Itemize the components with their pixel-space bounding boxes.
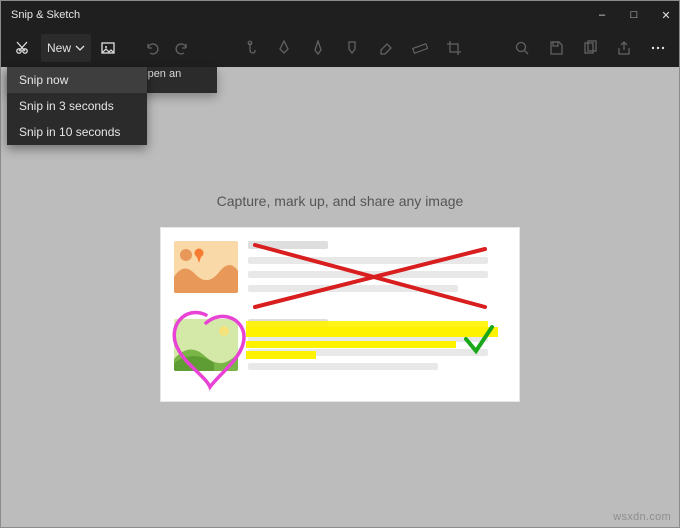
heart-stroke	[174, 312, 244, 386]
menu-snip-10s[interactable]: Snip in 10 seconds	[7, 119, 147, 145]
touch-write-button[interactable]	[237, 35, 263, 61]
pencil-button[interactable]	[305, 35, 331, 61]
new-dropdown: Snip now Snip in 3 seconds Snip in 10 se…	[7, 67, 147, 145]
new-button-label: New	[47, 41, 71, 55]
watermark: wsxdn.com	[613, 511, 671, 523]
copy-button[interactable]	[577, 35, 603, 61]
preview-illustration	[160, 227, 520, 402]
green-check-stroke	[466, 327, 492, 351]
menu-snip-3s[interactable]: Snip in 3 seconds	[7, 93, 147, 119]
menu-snip-now[interactable]: Snip now	[7, 67, 147, 93]
annotation-overlay	[160, 227, 520, 402]
zoom-button[interactable]	[509, 35, 535, 61]
window-controls: – □ ✕	[595, 9, 673, 22]
ballpoint-pen-button[interactable]	[271, 35, 297, 61]
app-title: Snip & Sketch	[11, 9, 80, 21]
ruler-button[interactable]	[407, 35, 433, 61]
eraser-button[interactable]	[373, 35, 399, 61]
snip-icon[interactable]	[9, 35, 35, 61]
caption-text: Capture, mark up, and share any image	[217, 193, 464, 209]
undo-button[interactable]	[139, 35, 165, 61]
save-button[interactable]	[543, 35, 569, 61]
close-button[interactable]: ✕	[659, 9, 673, 22]
titlebar: Snip & Sketch – □ ✕	[1, 1, 679, 29]
toolbar: New	[1, 29, 679, 67]
highlighter-button[interactable]	[339, 35, 365, 61]
crop-button[interactable]	[441, 35, 467, 61]
open-file-button[interactable]	[95, 35, 121, 61]
chevron-down-icon	[75, 43, 85, 53]
more-button[interactable]	[645, 35, 671, 61]
share-button[interactable]	[611, 35, 637, 61]
new-button[interactable]: New	[41, 34, 91, 62]
redo-button[interactable]	[169, 35, 195, 61]
red-x-stroke	[255, 245, 485, 307]
minimize-button[interactable]: –	[595, 9, 609, 22]
maximize-button[interactable]: □	[627, 9, 641, 22]
